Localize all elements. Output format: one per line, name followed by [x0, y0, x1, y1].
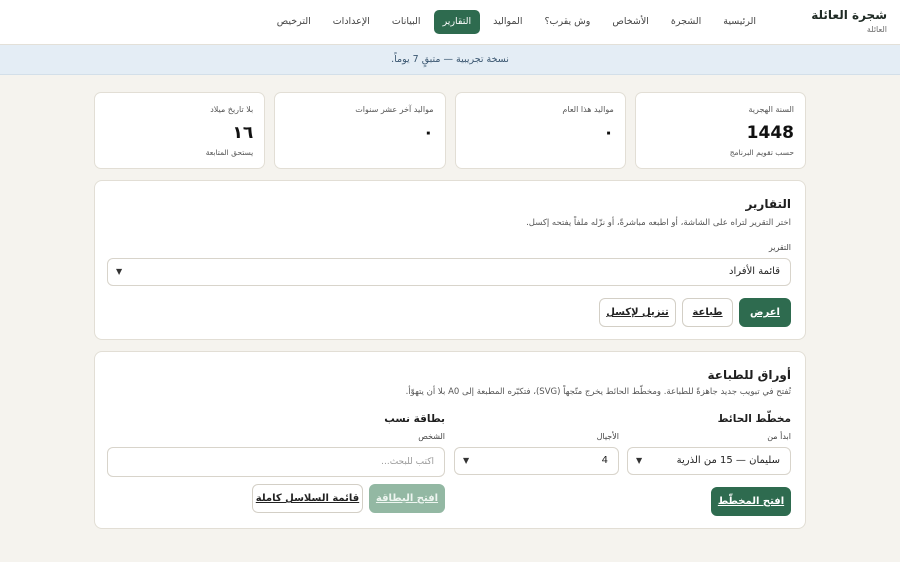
start-person-select[interactable]: سليمان — 15 من الذرية ▼: [627, 447, 791, 475]
generations-select[interactable]: 4 ▼: [454, 447, 619, 475]
nav-item-license[interactable]: الترخيص: [268, 10, 320, 34]
stat-label: بلا تاريخ ميلاد: [210, 105, 254, 114]
stat-note: يستحق المتابعة: [205, 148, 254, 157]
report-select-label: التقرير: [768, 243, 791, 252]
generations-label: الأجيال: [596, 432, 619, 441]
brand-title: شجرة العائلة: [811, 8, 887, 22]
view-report-button[interactable]: اعرض: [739, 298, 791, 327]
stat-value: ٠: [603, 123, 614, 143]
person-label: الشخص: [418, 432, 445, 441]
nav-item-home[interactable]: الرئيسية: [714, 10, 765, 34]
stat-label: مواليد آخر عشر سنوات: [355, 105, 434, 114]
stat-value: 1448: [746, 123, 794, 143]
stat-label: مواليد هذا العام: [562, 105, 614, 114]
start-from-label: ابدأ من: [767, 432, 791, 441]
nav-item-births[interactable]: المواليد: [484, 10, 531, 34]
stat-value: ٠: [423, 123, 434, 143]
chevron-down-icon: ▼: [116, 267, 123, 276]
reports-panel: التقارير اختر التقرير لتراه على الشاشة، …: [94, 180, 806, 340]
stat-card-births-ten-years: مواليد آخر عشر سنوات ٠: [274, 92, 446, 169]
generations-value: 4: [601, 455, 608, 466]
stat-card-no-birthdate: بلا تاريخ ميلاد ١٦ يستحق المتابعة: [94, 92, 266, 169]
nav-item-data[interactable]: البيانات: [383, 10, 430, 34]
report-select-value: قائمة الأفراد: [729, 266, 780, 277]
download-excel-button[interactable]: تنزيل لإكسل: [599, 298, 676, 327]
print-sheets-description: تُفتح في تبويب جديد جاهزةً للطباعة. ومخط…: [405, 387, 791, 397]
main-nav: الرئيسية الشجرة الأشخاص وش يقرب؟ الموالي…: [264, 10, 765, 34]
trial-banner: نسخة تجريبية — متبقٍ 7 يوماً.: [0, 45, 900, 75]
nav-item-reports[interactable]: التقارير: [433, 10, 481, 34]
chevron-down-icon: ▼: [463, 456, 470, 465]
report-select[interactable]: قائمة الأفراد ▼: [107, 258, 791, 286]
full-lineage-list-button[interactable]: قائمة السلاسل كاملة: [252, 484, 363, 513]
brand[interactable]: شجرة العائلة العائلة: [811, 8, 887, 34]
stat-card-hijri-year: السنة الهجرية 1448 حسب تقويم البرنامج: [634, 92, 806, 169]
print-sheets-title: أوراق للطباعة: [707, 368, 791, 382]
start-person-value: سليمان — 15 من الذرية: [676, 455, 780, 466]
person-search-input[interactable]: اكتب للبحث...: [107, 447, 445, 477]
print-report-button[interactable]: طباعة: [682, 298, 733, 327]
nav-item-relation[interactable]: وش يقرب؟: [535, 10, 599, 34]
reports-title: التقارير: [745, 197, 791, 211]
stat-label: السنة الهجرية: [748, 105, 794, 114]
open-card-button[interactable]: افتح البطاقة: [369, 484, 445, 513]
nav-item-settings[interactable]: الإعدادات: [324, 10, 379, 34]
reports-description: اختر التقرير لتراه على الشاشة، أو اطبعه …: [526, 218, 791, 228]
brand-subtitle: العائلة: [866, 25, 887, 34]
app-header: شجرة العائلة العائلة الرئيسية الشجرة الأ…: [0, 0, 900, 45]
nav-item-people[interactable]: الأشخاص: [603, 10, 658, 34]
stat-note: حسب تقويم البرنامج: [729, 148, 794, 157]
lineage-card-heading: بطاقة نسب: [384, 413, 445, 425]
stat-value: ١٦: [232, 123, 254, 143]
nav-item-tree[interactable]: الشجرة: [662, 10, 710, 34]
stat-card-births-this-year: مواليد هذا العام ٠: [454, 92, 626, 169]
print-sheets-panel: أوراق للطباعة تُفتح في تبويب جديد جاهزةً…: [94, 351, 806, 529]
open-wall-chart-button[interactable]: افتح المخطّط: [711, 487, 791, 516]
chevron-down-icon: ▼: [636, 456, 643, 465]
stats-row: السنة الهجرية 1448 حسب تقويم البرنامج مو…: [94, 92, 806, 169]
wall-chart-heading: مخطّط الحائط: [717, 413, 791, 425]
